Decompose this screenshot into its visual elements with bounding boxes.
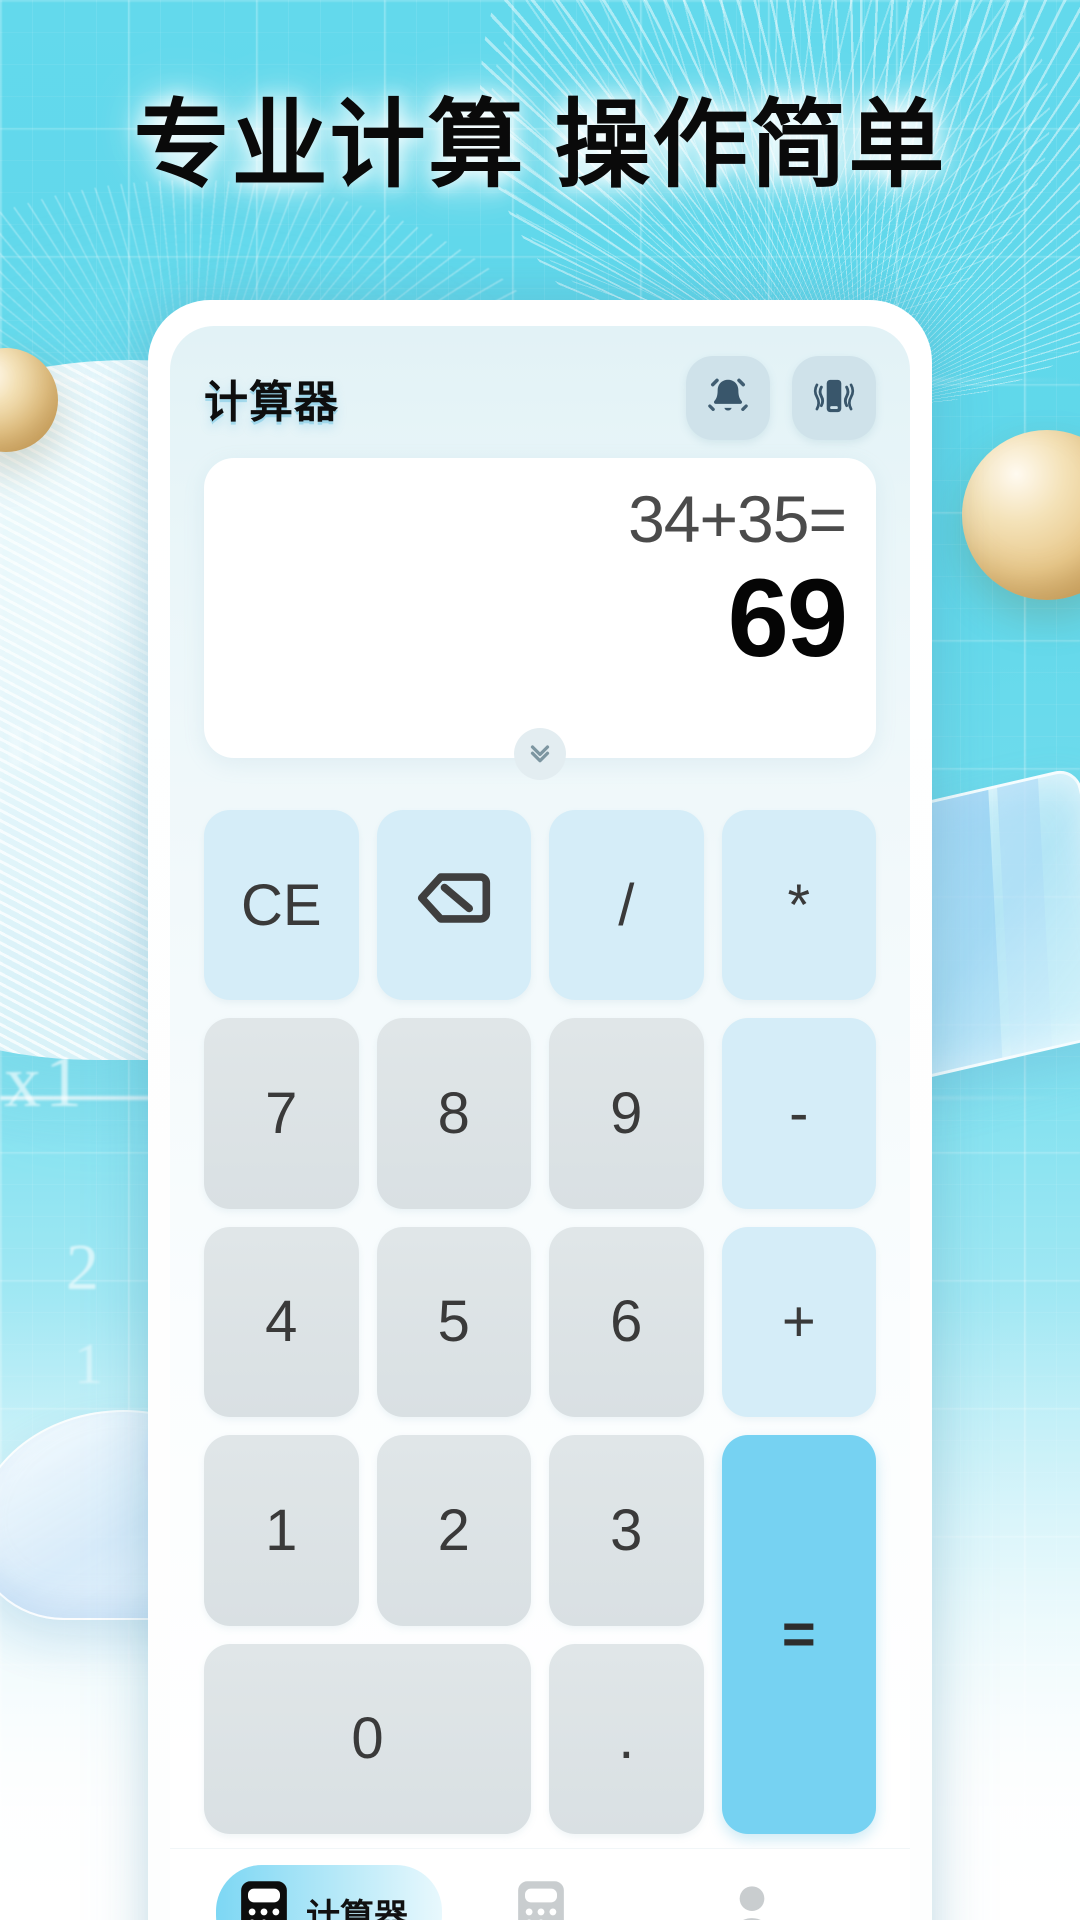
digit-3-key[interactable]: 3 — [549, 1435, 704, 1626]
backspace-key[interactable] — [376, 810, 531, 1001]
calculator-icon — [236, 1879, 292, 1920]
nav-converter[interactable] — [442, 1879, 653, 1920]
equals-key[interactable]: = — [721, 1435, 876, 1834]
vibration-toggle[interactable] — [792, 356, 876, 440]
prism-band — [995, 766, 1055, 1084]
calculator-display[interactable]: 34+35= 69 — [204, 458, 876, 758]
nav-profile[interactable] — [653, 1879, 864, 1920]
promo-headline: 专业计算 操作简单 — [133, 92, 947, 199]
calculator-icon — [513, 1879, 569, 1920]
app-header: 计算器 — [170, 326, 910, 458]
multiply-key[interactable]: * — [721, 810, 876, 1001]
decimal-point-key[interactable]: . — [549, 1643, 704, 1834]
page-title: 计算器 — [204, 378, 339, 427]
watermark-2: 2 — [66, 1231, 99, 1304]
watermark-x1: x1 — [4, 1041, 86, 1123]
digit-5-key[interactable]: 5 — [376, 1226, 531, 1418]
digit-8-key[interactable]: 8 — [376, 1018, 531, 1209]
bell-icon — [705, 373, 751, 424]
display-area: 34+35= 69 — [170, 458, 910, 780]
divide-key[interactable]: / — [549, 810, 704, 1001]
digit-6-key[interactable]: 6 — [549, 1226, 704, 1418]
result-text: 69 — [727, 557, 848, 681]
digit-1-key[interactable]: 1 — [204, 1435, 359, 1626]
app-screen: 计算器 34+35= 69 CE / * 7 8 9 - 4 5 6 + 1 2… — [170, 326, 910, 1920]
phone-mockup: 计算器 34+35= 69 CE / * 7 8 9 - 4 5 6 + 1 2… — [148, 300, 932, 1920]
chevron-double-down-icon — [525, 737, 555, 772]
plus-key[interactable]: + — [721, 1226, 876, 1418]
digit-9-key[interactable]: 9 — [549, 1018, 704, 1209]
nav-calculator[interactable]: 计算器 — [216, 1865, 442, 1920]
nav-calculator-label: 计算器 — [306, 1898, 408, 1920]
history-expand-button[interactable] — [514, 728, 566, 780]
expression-text: 34+35= — [628, 482, 847, 556]
digit-7-key[interactable]: 7 — [204, 1018, 359, 1209]
vibrate-icon — [811, 373, 857, 424]
person-icon — [724, 1879, 780, 1920]
digit-4-key[interactable]: 4 — [204, 1226, 359, 1418]
clear-entry-key[interactable]: CE — [204, 810, 359, 1001]
minus-key[interactable]: - — [721, 1018, 876, 1209]
backspace-icon — [416, 871, 492, 939]
digit-2-key[interactable]: 2 — [376, 1435, 531, 1626]
keypad: CE / * 7 8 9 - 4 5 6 + 1 2 3 = 0 . — [170, 758, 910, 1848]
bottom-navigation: 计算器 — [170, 1848, 910, 1920]
sound-alarm-toggle[interactable] — [686, 356, 770, 440]
digit-0-key[interactable]: 0 — [204, 1643, 531, 1834]
header-actions — [686, 356, 876, 440]
